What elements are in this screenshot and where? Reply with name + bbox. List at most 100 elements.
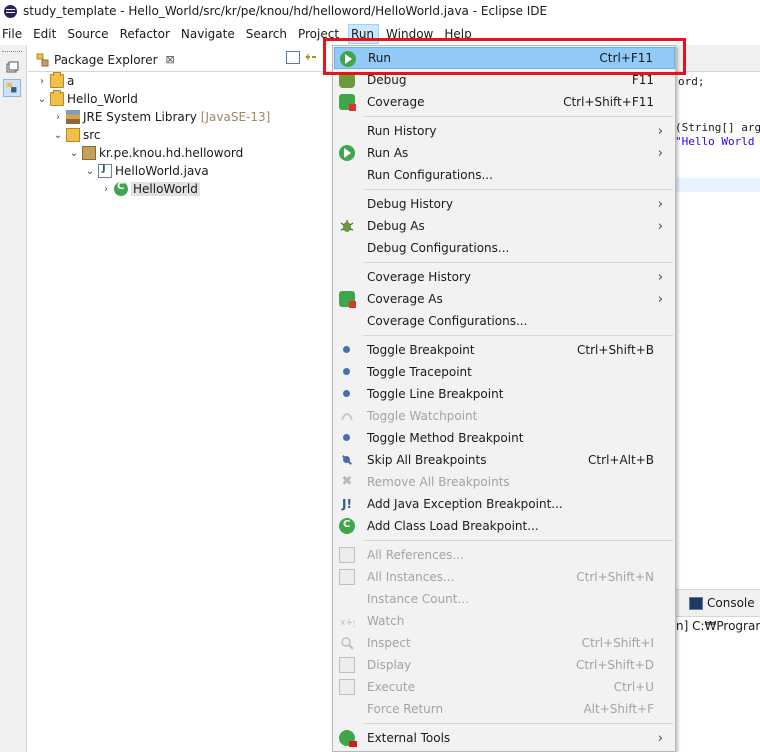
menu-navigate[interactable]: Navigate bbox=[179, 24, 239, 44]
menu-item-run-history[interactable]: Run History › bbox=[334, 120, 675, 142]
menu-item-toggle-tracepoint[interactable]: Toggle Tracepoint bbox=[334, 361, 675, 383]
tree-item-label: kr.pe.knou.hd.helloword bbox=[99, 146, 244, 160]
tree-item-hello-world[interactable]: ⌄ Hello_World bbox=[36, 90, 138, 108]
menu-item-execute: Execute Ctrl+U bbox=[334, 676, 675, 698]
menu-item-toggle-breakpoint[interactable]: Toggle Breakpoint Ctrl+Shift+B bbox=[334, 339, 675, 361]
menu-item-watch: x+y Watch bbox=[334, 610, 675, 632]
console-launch-path: n] C:₩Program F bbox=[676, 619, 760, 633]
watch-icon: x+y bbox=[340, 618, 355, 628]
shortcut-label: Ctrl+U bbox=[613, 680, 654, 694]
trim-grip[interactable] bbox=[2, 51, 22, 53]
console-tab[interactable]: Console bbox=[689, 596, 755, 610]
shortcut-label: Ctrl+Shift+D bbox=[576, 658, 654, 672]
shortcut-label: Ctrl+Shift+B bbox=[577, 343, 654, 357]
menu-item-label: Toggle Breakpoint bbox=[367, 343, 475, 357]
menu-item-label: All References... bbox=[367, 548, 464, 562]
shortcut-label: F11 bbox=[631, 73, 654, 87]
menu-file[interactable]: File bbox=[0, 24, 26, 44]
chevron-down-icon[interactable]: ⌄ bbox=[68, 148, 80, 159]
menu-item-add-class-load-breakpoint[interactable]: Add Class Load Breakpoint... bbox=[334, 515, 675, 537]
project-folder-icon bbox=[50, 90, 64, 106]
submenu-arrow-icon: › bbox=[657, 291, 663, 307]
menu-refactor[interactable]: Refactor bbox=[118, 24, 174, 44]
chevron-right-icon[interactable]: › bbox=[36, 76, 48, 87]
package-explorer-tabbar: Package Explorer ⊠ bbox=[28, 45, 332, 72]
menu-item-toggle-method-breakpoint[interactable]: Toggle Method Breakpoint bbox=[334, 427, 675, 449]
chevron-right-icon[interactable]: › bbox=[52, 112, 64, 123]
menu-item-add-java-exception-breakpoint[interactable]: J! Add Java Exception Breakpoint... bbox=[334, 493, 675, 515]
menu-item-toggle-line-breakpoint[interactable]: Toggle Line Breakpoint bbox=[334, 383, 675, 405]
tree-item-package[interactable]: ⌄ kr.pe.knou.hd.helloword bbox=[68, 144, 243, 162]
tree-item-a[interactable]: › a bbox=[36, 72, 74, 90]
code-string-literal: "Hello World bbox=[675, 135, 755, 148]
editor-area[interactable] bbox=[676, 45, 760, 752]
menu-item-remove-all-breakpoints: ✖ Remove All Breakpoints bbox=[334, 471, 675, 493]
menu-search[interactable]: Search bbox=[244, 24, 291, 44]
tree-item-label: HelloWorld.java bbox=[115, 164, 209, 178]
menu-item-coverage[interactable]: Coverage Ctrl+Shift+F11 bbox=[334, 91, 675, 113]
tree-item-src[interactable]: ⌄ src bbox=[52, 126, 101, 144]
java-file-icon bbox=[98, 163, 112, 178]
menu-item-label: Coverage bbox=[367, 95, 425, 109]
annotation-highlight-box bbox=[323, 38, 686, 75]
menu-item-debug-configurations[interactable]: Debug Configurations... bbox=[334, 237, 675, 259]
menu-edit[interactable]: Edit bbox=[31, 24, 60, 44]
remove-all-icon: ✖ bbox=[341, 474, 353, 489]
menu-item-label: Toggle Line Breakpoint bbox=[367, 387, 504, 401]
menu-item-label: Add Class Load Breakpoint... bbox=[367, 519, 539, 533]
library-icon bbox=[66, 110, 80, 124]
menu-item-label: Skip All Breakpoints bbox=[367, 453, 487, 467]
console-icon bbox=[689, 596, 703, 610]
submenu-arrow-icon: › bbox=[657, 730, 663, 746]
restore-icon[interactable] bbox=[3, 59, 21, 77]
menu-item-skip-all-breakpoints[interactable]: Skip All Breakpoints Ctrl+Alt+B bbox=[334, 449, 675, 471]
menu-item-debug-as[interactable]: Debug As › bbox=[334, 215, 675, 237]
chevron-down-icon[interactable]: ⌄ bbox=[36, 94, 48, 105]
display-icon bbox=[339, 657, 355, 673]
tree-item-jre-library[interactable]: › JRE System Library [JavaSE-13] bbox=[52, 108, 270, 126]
menu-source[interactable]: Source bbox=[65, 24, 112, 44]
run-icon bbox=[339, 145, 355, 161]
tree-item-class[interactable]: › HelloWorld bbox=[100, 180, 200, 198]
source-folder-icon bbox=[66, 128, 80, 142]
link-with-editor-icon[interactable] bbox=[304, 51, 318, 64]
menu-item-debug-history[interactable]: Debug History › bbox=[334, 193, 675, 215]
submenu-arrow-icon: › bbox=[657, 196, 663, 212]
collapse-all-icon[interactable] bbox=[286, 51, 300, 64]
chevron-down-icon[interactable]: ⌄ bbox=[52, 130, 64, 141]
chevron-down-icon[interactable]: ⌄ bbox=[84, 166, 96, 177]
menu-item-label: Run As bbox=[367, 146, 409, 160]
submenu-arrow-icon: › bbox=[657, 123, 663, 139]
execute-icon bbox=[339, 679, 355, 695]
tree-item-java-file[interactable]: ⌄ HelloWorld.java bbox=[84, 162, 209, 180]
svg-text:x+y: x+y bbox=[340, 618, 355, 628]
menu-item-label: Run History bbox=[367, 124, 437, 138]
menu-item-label: Toggle Tracepoint bbox=[367, 365, 472, 379]
package-explorer-icon bbox=[36, 53, 49, 66]
menu-item-run-as[interactable]: Run As › bbox=[334, 142, 675, 164]
method-breakpoint-icon bbox=[343, 434, 350, 441]
menu-item-label: Remove All Breakpoints bbox=[367, 475, 510, 489]
menu-item-label: Coverage As bbox=[367, 292, 443, 306]
tree-item-label: JRE System Library bbox=[83, 110, 197, 124]
close-icon[interactable]: ⊠ bbox=[166, 53, 175, 66]
menu-separator bbox=[363, 189, 673, 190]
eclipse-logo-icon bbox=[4, 4, 17, 18]
menu-item-inspect: Inspect Ctrl+Shift+I bbox=[334, 632, 675, 654]
package-explorer-tab[interactable]: Package Explorer ⊠ bbox=[30, 47, 181, 72]
menu-item-coverage-as[interactable]: Coverage As › bbox=[334, 288, 675, 310]
package-explorer-toggle-icon[interactable] bbox=[3, 79, 21, 97]
menu-separator bbox=[363, 723, 673, 724]
menu-item-display: Display Ctrl+Shift+D bbox=[334, 654, 675, 676]
skip-breakpoints-icon bbox=[339, 452, 355, 468]
menu-item-coverage-configurations[interactable]: Coverage Configurations... bbox=[334, 310, 675, 332]
window-title: study_template - Hello_World/src/kr/pe/k… bbox=[23, 4, 548, 18]
coverage-icon bbox=[339, 291, 356, 308]
view-toolbar bbox=[286, 51, 318, 64]
chevron-right-icon[interactable]: › bbox=[100, 184, 112, 195]
menu-item-external-tools[interactable]: External Tools › bbox=[334, 727, 675, 749]
shortcut-label: Alt+Shift+F bbox=[583, 702, 654, 716]
menu-item-coverage-history[interactable]: Coverage History › bbox=[334, 266, 675, 288]
java-exception-icon: J! bbox=[342, 497, 352, 511]
menu-item-run-configurations[interactable]: Run Configurations... bbox=[334, 164, 675, 186]
